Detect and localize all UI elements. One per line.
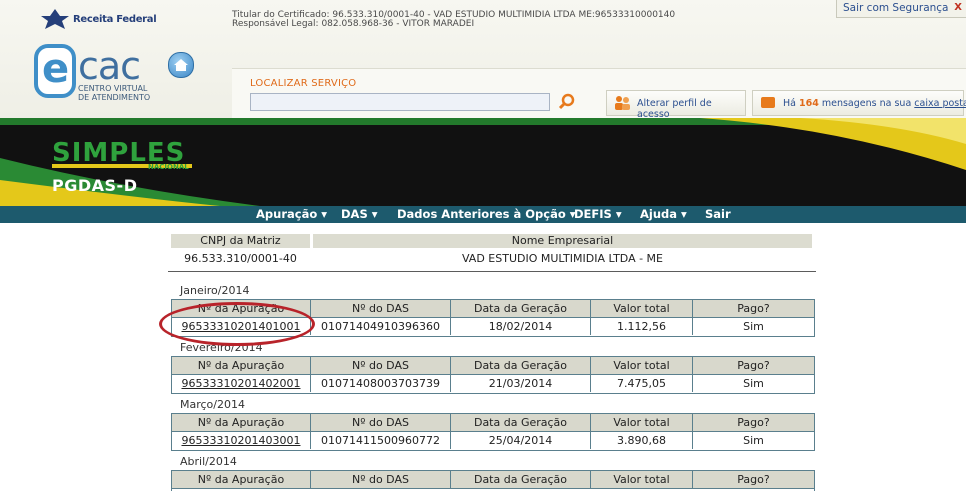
col-header-date: Data da Geração: [451, 357, 591, 375]
secure-exit-button[interactable]: Sair com Segurança X: [836, 0, 966, 18]
ecac-subtitle: CENTRO VIRTUAL DE ATENDIMENTO: [78, 84, 151, 102]
paid-cell: Sim: [743, 377, 764, 390]
das-number-cell: 01071404910396360: [311, 318, 451, 335]
month-label: Março/2014: [180, 398, 245, 411]
apuracao-link[interactable]: 96533310201402001: [182, 377, 301, 390]
cnpj-header: CNPJ da Matriz: [171, 234, 310, 248]
col-header-apuracao: Nº da Apuração: [172, 357, 311, 375]
receita-federal-label: Receita Federal: [73, 14, 157, 25]
apuracao-table: Nº da Apuração Nº do DAS Data da Geração…: [171, 413, 815, 451]
mailbox-link[interactable]: caixa postal: [914, 98, 966, 109]
search-label: LOCALIZAR SERVIÇO: [250, 78, 357, 89]
das-number-cell: 01071408003703739: [311, 375, 451, 392]
month-label: Abril/2014: [180, 455, 237, 468]
col-header-date: Data da Geração: [451, 471, 591, 489]
col-header-apuracao: Nº da Apuração: [172, 414, 311, 432]
col-header-das: Nº do DAS: [311, 357, 451, 375]
legal-responsible: Responsável Legal: 082.058.968-36 - VITO…: [232, 19, 475, 29]
simples-nacional-label: NACIONAL: [148, 163, 189, 171]
close-icon: X: [954, 2, 962, 13]
col-header-das: Nº do DAS: [311, 414, 451, 432]
secure-exit-label: Sair com Segurança: [843, 2, 949, 14]
ecac-logo-e[interactable]: e: [34, 44, 76, 98]
col-header-das: Nº do DAS: [311, 471, 451, 489]
users-icon: [615, 96, 630, 110]
nav-apuracao[interactable]: Apuração ▾: [256, 207, 327, 221]
divider: [168, 271, 816, 272]
pgdas-title: PGDAS-D: [52, 176, 138, 195]
mail-icon: [761, 97, 775, 108]
generation-date-cell: 18/02/2014: [451, 318, 591, 335]
paid-cell: Sim: [743, 434, 764, 447]
col-header-total: Valor total: [591, 357, 693, 375]
change-profile-button[interactable]: Alterar perfil de acesso: [606, 90, 746, 120]
das-number-cell: 01071411500960772: [311, 432, 451, 449]
col-header-total: Valor total: [591, 471, 693, 489]
messages-count: 164: [799, 98, 819, 109]
main-nav: Apuração ▾ DAS ▾ Dados Anteriores à Opçã…: [0, 206, 966, 223]
ecac-logo-text: cac: [78, 44, 141, 88]
nav-defis[interactable]: DEFIS ▾: [574, 207, 622, 221]
paid-cell: Sim: [743, 320, 764, 333]
month-label: Janeiro/2014: [180, 284, 250, 297]
col-header-total: Valor total: [591, 300, 693, 318]
col-header-total: Valor total: [591, 414, 693, 432]
col-header-paid: Pago?: [693, 414, 814, 432]
apuracao-number-cell: 96533310201403001: [172, 432, 311, 449]
change-profile-label: Alterar perfil de acesso: [637, 98, 712, 120]
generation-date-cell: 21/03/2014: [451, 375, 591, 392]
apuracao-table: Nº da Apuração Nº do DAS Data da Geração…: [171, 356, 815, 394]
nav-dados-anteriores[interactable]: Dados Anteriores à Opção ▾: [397, 207, 576, 221]
col-header-paid: Pago?: [693, 471, 814, 489]
total-value-cell: 7.475,05: [591, 375, 693, 392]
col-header-paid: Pago?: [693, 357, 814, 375]
messages-button[interactable]: Há 164 mensagens na sua caixa postal: [752, 90, 966, 116]
col-header-paid: Pago?: [693, 300, 814, 318]
search-icon[interactable]: [558, 93, 576, 111]
company-name-value: VAD ESTUDIO MULTIMIDIA LTDA - ME: [461, 252, 663, 265]
company-name-header: Nome Empresarial: [313, 234, 812, 248]
generation-date-cell: 25/04/2014: [451, 432, 591, 449]
apuracao-number-cell: 96533310201402001: [172, 375, 311, 392]
receita-emblem-icon: [41, 9, 69, 29]
col-header-date: Data da Geração: [451, 414, 591, 432]
messages-text: Há 164 mensagens na sua caixa postal: [783, 98, 966, 109]
apuracao-table: Nº da Apuração Nº do DAS Data da Geração…: [171, 470, 815, 491]
total-value-cell: 1.112,56: [591, 318, 693, 335]
apuracao-link[interactable]: 96533310201403001: [182, 434, 301, 447]
cnpj-value: 96.533.310/0001-40: [184, 252, 297, 265]
col-header-das: Nº do DAS: [311, 300, 451, 318]
nav-sair[interactable]: Sair: [705, 207, 731, 221]
col-header-date: Data da Geração: [451, 300, 591, 318]
col-header-apuracao: Nº da Apuração: [172, 471, 311, 489]
nav-ajuda[interactable]: Ajuda ▾: [640, 207, 687, 221]
highlight-circle: [159, 302, 315, 346]
search-input[interactable]: [250, 93, 550, 111]
total-value-cell: 3.890,68: [591, 432, 693, 449]
nav-das[interactable]: DAS ▾: [341, 207, 378, 221]
home-icon[interactable]: [168, 52, 194, 78]
